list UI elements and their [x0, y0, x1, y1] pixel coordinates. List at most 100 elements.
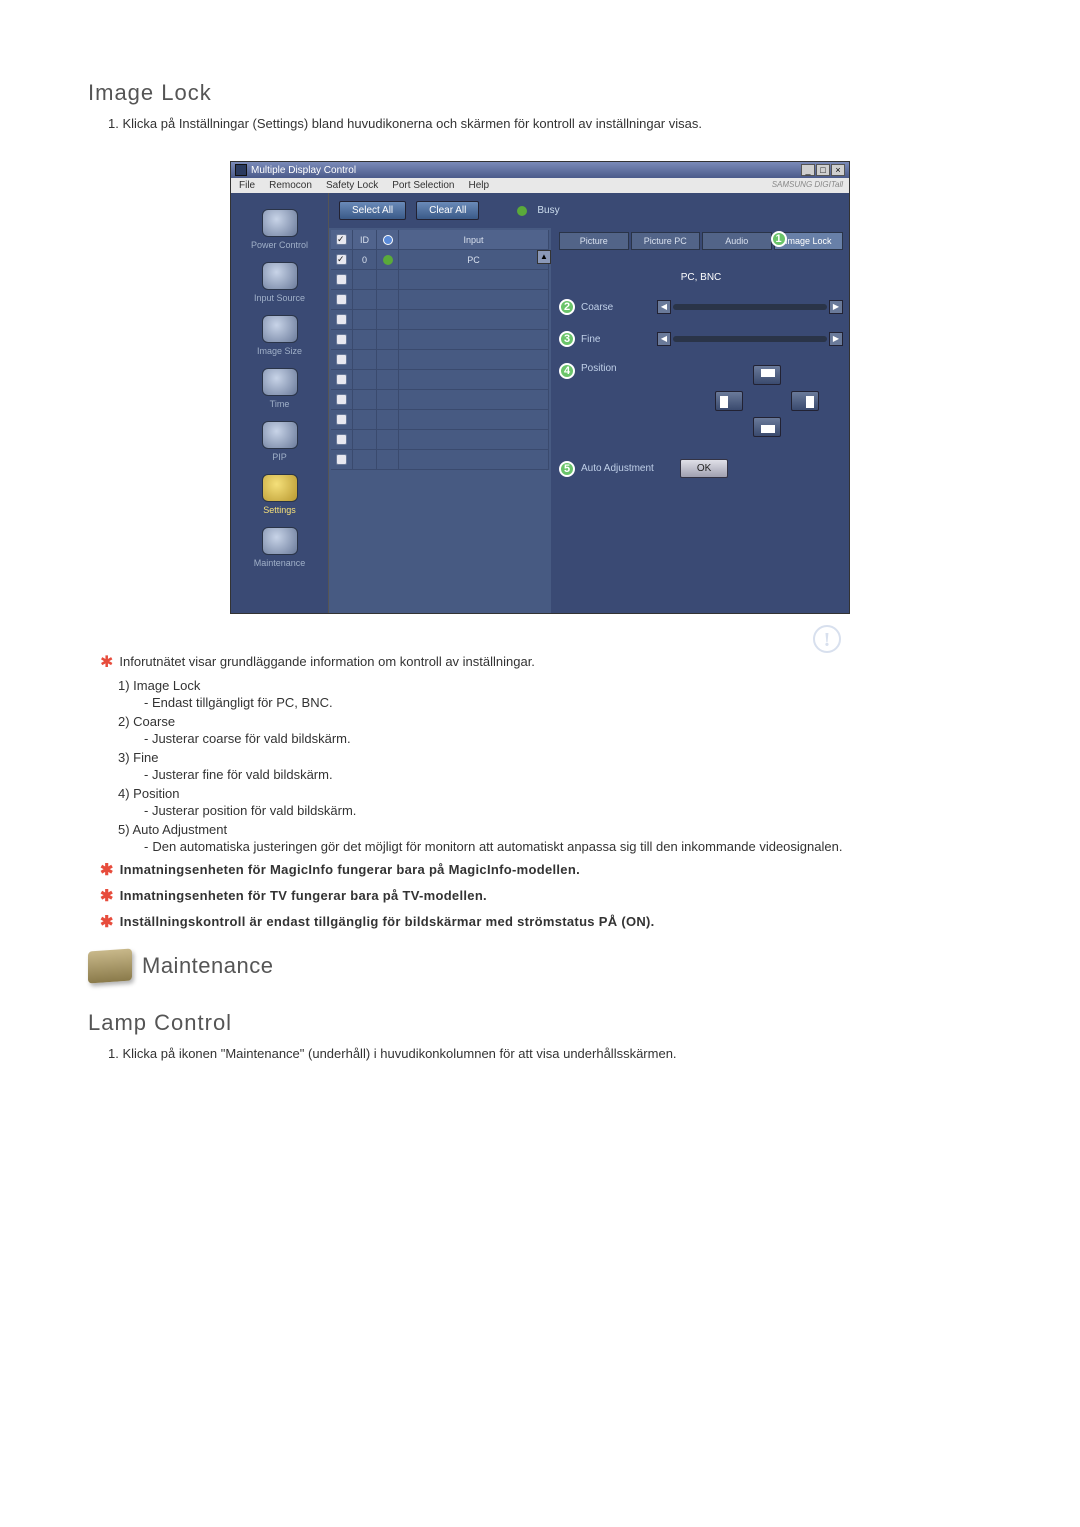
ok-button[interactable]: OK [680, 459, 728, 478]
fine-label: Fine [581, 334, 651, 345]
menu-safety-lock[interactable]: Safety Lock [326, 180, 378, 191]
menu-help[interactable]: Help [468, 180, 489, 191]
tab-image-lock[interactable]: 1 Image Lock [774, 232, 844, 250]
sidebar-label-maintenance: Maintenance [254, 558, 306, 568]
sidebar-item-pip[interactable]: PIP [240, 417, 320, 468]
menu-remocon[interactable]: Remocon [269, 180, 312, 191]
position-row: 4 Position [559, 363, 843, 439]
coarse-slider[interactable]: ◀ ▶ [657, 300, 843, 314]
star-icon: ✱ [100, 654, 113, 672]
coarse-increase-button[interactable]: ▶ [829, 300, 843, 314]
sidebar-item-settings[interactable]: Settings [240, 470, 320, 521]
grid-head-status[interactable] [377, 230, 399, 249]
row-id: 0 [353, 250, 377, 269]
minimize-button[interactable]: _ [801, 164, 815, 176]
sidebar-item-image-size[interactable]: Image Size [240, 311, 320, 362]
coarse-label: Coarse [581, 302, 651, 313]
position-pad [711, 363, 823, 439]
position-label: Position [581, 363, 651, 374]
row-checkbox[interactable] [336, 274, 347, 285]
row-checkbox[interactable] [336, 294, 347, 305]
fine-slider[interactable]: ◀ ▶ [657, 332, 843, 346]
table-row[interactable]: 0 PC [331, 250, 549, 270]
callout-1-icon: 1 [771, 231, 787, 247]
sidebar-item-input[interactable]: Input Source [240, 258, 320, 309]
maximize-button[interactable]: □ [816, 164, 830, 176]
coarse-decrease-button[interactable]: ◀ [657, 300, 671, 314]
fine-increase-button[interactable]: ▶ [829, 332, 843, 346]
main-toolbar: Select All Clear All Busy [329, 193, 849, 228]
busy-indicator-icon [517, 206, 527, 216]
info-item-2: 2) Coarse [118, 714, 1020, 729]
app-icon [235, 164, 247, 176]
app-window: Multiple Display Control _ □ × File Remo… [230, 161, 850, 614]
brand-label: SAMSUNG DIGITall [772, 180, 843, 189]
scroll-up-button[interactable]: ▲ [537, 250, 551, 264]
row-checkbox[interactable] [336, 354, 347, 365]
sidebar-item-power[interactable]: Power Control [240, 205, 320, 256]
fine-track[interactable] [673, 336, 827, 342]
info-star-2: ✱ Inmatningsenheten för MagicInfo funger… [100, 862, 1020, 880]
sidebar-item-maintenance[interactable]: Maintenance [240, 523, 320, 574]
info-item-4-sub: - Justerar position för vald bildskärm. [144, 803, 1020, 818]
tab-image-lock-label: Image Lock [785, 236, 832, 246]
panel-subheading: PC, BNC [559, 272, 843, 283]
info-item-3-sub: - Justerar fine för vald bildskärm. [144, 767, 1020, 782]
info-icon[interactable]: ! [813, 625, 841, 653]
row-checkbox[interactable] [336, 254, 347, 265]
callout-5-icon: 5 [559, 461, 575, 477]
info-star-1-text: Inforutnätet visar grundläggande informa… [119, 654, 535, 669]
row-checkbox[interactable] [336, 334, 347, 345]
fine-decrease-button[interactable]: ◀ [657, 332, 671, 346]
row-checkbox[interactable] [336, 414, 347, 425]
maintenance-heading-row: Maintenance [88, 950, 1020, 982]
tab-picture[interactable]: Picture [559, 232, 629, 250]
sidebar-label-pip: PIP [272, 452, 287, 462]
select-all-button[interactable]: Select All [339, 201, 406, 220]
row-checkbox[interactable] [336, 454, 347, 465]
grid-head-check[interactable] [331, 230, 353, 249]
coarse-track[interactable] [673, 304, 827, 310]
menu-port-selection[interactable]: Port Selection [392, 180, 454, 191]
tab-picture-pc[interactable]: Picture PC [631, 232, 701, 250]
info-item-1-sub: - Endast tillgängligt för PC, BNC. [144, 695, 1020, 710]
row-checkbox[interactable] [336, 434, 347, 445]
sidebar-label-input: Input Source [254, 293, 305, 303]
close-button[interactable]: × [831, 164, 845, 176]
callout-3-icon: 3 [559, 331, 575, 347]
position-up-button[interactable] [753, 365, 781, 385]
sidebar: Power Control Input Source Image Size Ti… [231, 193, 329, 613]
input-source-icon [262, 262, 298, 290]
info-star-1: ✱ Inforutnätet visar grundläggande infor… [100, 654, 1020, 672]
window-title: Multiple Display Control [251, 165, 356, 176]
row-input: PC [399, 250, 549, 269]
menu-file[interactable]: File [239, 180, 255, 191]
section-title-image-lock: Image Lock [88, 80, 1020, 106]
display-grid: ID Input ▲ 0 PC [329, 228, 551, 613]
sidebar-label-settings: Settings [263, 505, 296, 515]
maintenance-icon [262, 527, 298, 555]
status-dot-icon [383, 255, 393, 265]
grid-head-input[interactable]: Input [399, 230, 549, 249]
tab-audio[interactable]: Audio [702, 232, 772, 250]
row-checkbox[interactable] [336, 374, 347, 385]
info-item-3: 3) Fine [118, 750, 1020, 765]
info-star-3-text: Inmatningsenheten för TV fungerar bara p… [120, 888, 487, 903]
sidebar-item-time[interactable]: Time [240, 364, 320, 415]
row-checkbox[interactable] [336, 314, 347, 325]
row-checkbox[interactable] [336, 394, 347, 405]
info-item-5-sub: - Den automatiska justeringen gör det mö… [144, 839, 1020, 854]
fine-row: 3 Fine ◀ ▶ [559, 331, 843, 347]
clear-all-button[interactable]: Clear All [416, 201, 479, 220]
image-lock-intro: 1. Klicka på Inställningar (Settings) bl… [108, 116, 1020, 131]
maintenance-cube-icon [88, 948, 132, 983]
maintenance-heading: Maintenance [142, 953, 273, 979]
grid-head-id[interactable]: ID [353, 230, 377, 249]
window-buttons: _ □ × [801, 164, 845, 176]
position-left-button[interactable] [715, 391, 743, 411]
position-right-button[interactable] [791, 391, 819, 411]
info-item-5-sub-prefix: - [144, 839, 148, 854]
position-down-button[interactable] [753, 417, 781, 437]
pip-icon [262, 421, 298, 449]
busy-label: Busy [537, 205, 559, 216]
